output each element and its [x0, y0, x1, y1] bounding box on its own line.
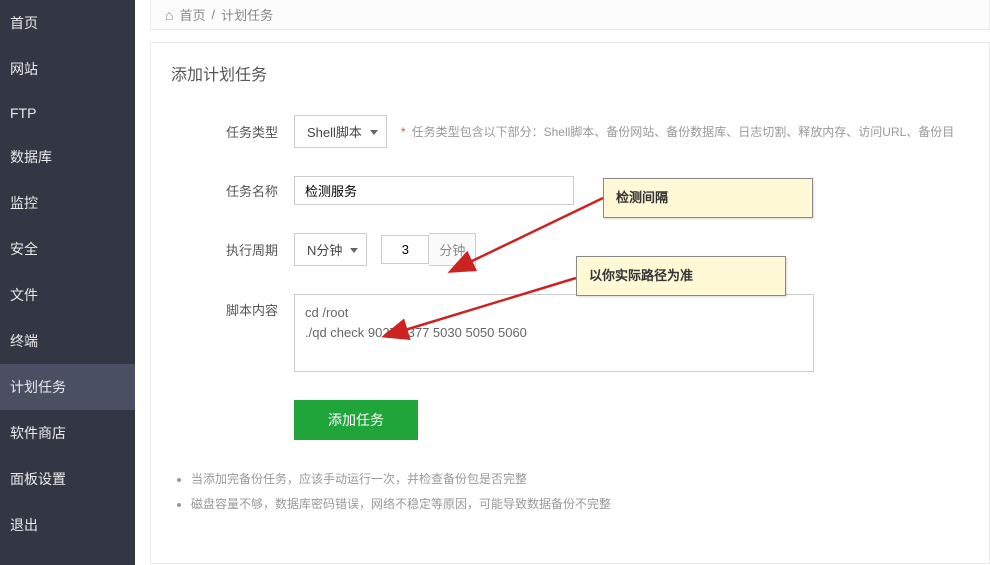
sidebar-item-ftp[interactable]: FTP	[0, 92, 135, 134]
label-period: 执行周期	[226, 240, 294, 259]
sidebar-item-logout[interactable]: 退出	[0, 502, 135, 548]
sidebar-item-home[interactable]: 首页	[0, 0, 135, 46]
note-item: 当添加完备份任务，应该手动运行一次，并检查备份包是否完整	[191, 470, 969, 487]
sidebar-item-site[interactable]: 网站	[0, 46, 135, 92]
script-textarea[interactable]	[294, 294, 814, 372]
notes: 当添加完备份任务，应该手动运行一次，并检查备份包是否完整 磁盘容量不够，数据库密…	[171, 470, 969, 512]
sidebar-item-monitor[interactable]: 监控	[0, 180, 135, 226]
task-type-hint: *任务类型包含以下部分：Shell脚本、备份网站、备份数据库、日志切割、释放内存…	[401, 123, 954, 140]
task-type-select[interactable]: Shell脚本	[294, 115, 387, 148]
period-select[interactable]: N分钟	[294, 233, 367, 266]
sidebar: 首页 网站 FTP 数据库 监控 安全 文件 终端 计划任务 软件商店 面板设置…	[0, 0, 135, 565]
breadcrumb: ⌂ 首页 / 计划任务	[150, 0, 990, 30]
home-icon: ⌂	[165, 7, 173, 23]
sidebar-item-panel[interactable]: 面板设置	[0, 456, 135, 502]
sidebar-item-appstore[interactable]: 软件商店	[0, 410, 135, 456]
sidebar-item-files[interactable]: 文件	[0, 272, 135, 318]
main-card: 添加计划任务 任务类型 Shell脚本 *任务类型包含以下部分：Shell脚本、…	[150, 42, 990, 564]
sidebar-item-cron[interactable]: 计划任务	[0, 364, 135, 410]
breadcrumb-home[interactable]: 首页	[179, 5, 205, 24]
label-task-name: 任务名称	[226, 181, 294, 200]
task-name-input[interactable]	[294, 176, 574, 205]
label-script: 脚本内容	[226, 294, 294, 319]
sidebar-item-terminal[interactable]: 终端	[0, 318, 135, 364]
period-unit: 分钟	[429, 233, 476, 266]
sidebar-item-database[interactable]: 数据库	[0, 134, 135, 180]
period-num-input[interactable]	[381, 235, 429, 264]
callout-interval: 检测间隔	[603, 178, 813, 218]
breadcrumb-sep: /	[211, 7, 215, 22]
submit-button[interactable]: 添加任务	[294, 400, 418, 440]
chevron-down-icon	[370, 130, 378, 135]
sidebar-item-security[interactable]: 安全	[0, 226, 135, 272]
note-item: 磁盘容量不够，数据库密码错误，网络不稳定等原因，可能导致数据备份不完整	[191, 495, 969, 512]
page-title: 添加计划任务	[171, 61, 969, 85]
chevron-down-icon	[350, 248, 358, 253]
label-task-type: 任务类型	[226, 122, 294, 141]
callout-path: 以你实际路径为准	[576, 256, 786, 296]
breadcrumb-current: 计划任务	[221, 5, 273, 24]
